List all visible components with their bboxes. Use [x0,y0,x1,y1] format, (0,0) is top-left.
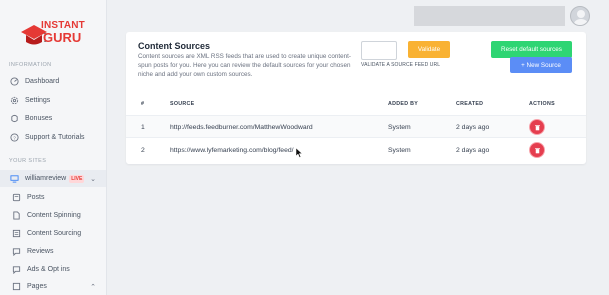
avatar[interactable] [570,6,590,26]
page-description: Content sources are XML RSS feeds that a… [138,53,351,78]
row-source: https://www.lyfemarketing.com/blog/feed/ [170,147,294,154]
sidebar-item-bonuses[interactable]: Bonuses [0,110,106,127]
row-created: 2 days ago [456,124,490,131]
sidebar-item-content-sourcing[interactable]: Content Sourcing [0,225,106,242]
trash-icon [534,147,540,153]
sidebar-item-label: Content Sourcing [27,230,82,237]
logo-text-guru: GURU [43,30,82,45]
sidebar-item-reviews[interactable]: Reviews [0,243,106,260]
mouse-cursor-icon [296,148,303,158]
section-label-information: INFORMATION [9,62,52,68]
sidebar-item-label: Pages [27,283,47,290]
site-selector[interactable]: williamreview LIVE ⌄ [0,170,106,187]
sidebar-item-label: Bonuses [25,115,53,122]
reset-default-sources-button[interactable]: Reset default sources [491,41,572,58]
row-added-by: System [388,124,411,131]
document-icon [11,211,21,221]
table-row: 1 http://feeds.feedburner.com/MatthewWoo… [126,115,586,138]
trash-icon [534,124,540,130]
column-header-added-by: ADDED BY [388,101,419,107]
instant-guru-logo[interactable]: INSTANT GURU [19,18,85,52]
posts-icon [11,193,21,203]
bonus-icon [9,114,19,124]
sidebar-item-label: Settings [25,97,51,104]
svg-text:?: ? [13,135,16,140]
sidebar-item-settings[interactable]: Settings [0,92,106,109]
column-header-source: SOURCE [170,101,195,107]
row-source: http://feeds.feedburner.com/MatthewWoodw… [170,124,313,131]
ads-icon [11,265,21,275]
sidebar-item-label: Ads & Opt ins [27,266,70,273]
source-url-input[interactable] [361,41,397,60]
sidebar-item-label: Reviews [27,248,54,255]
sidebar-item-content-spinning[interactable]: Content Spinning [0,207,106,224]
delete-button[interactable] [529,119,545,135]
sidebar-item-label: Support & Tutorials [25,134,85,141]
section-label-your-sites: YOUR SITES [9,158,47,164]
sidebar-item-pages[interactable]: Pages ⌃ [0,278,106,295]
page-title: Content Sources [138,41,211,51]
avatar-head [577,10,585,18]
sidebar: INSTANT GURU INFORMATION Dashboard Setti… [0,0,107,295]
sidebar-item-support[interactable]: ? Support & Tutorials [0,129,106,146]
chevron-up-icon: ⌃ [90,283,96,291]
sidebar-item-ads[interactable]: Ads & Opt ins [0,261,106,278]
sidebar-item-label: Content Spinning [27,212,81,219]
site-name: williamreview [25,175,67,182]
avatar-body [574,19,588,25]
sidebar-item-label: Posts [27,194,45,201]
table-row: 2 https://www.lyfemarketing.com/blog/fee… [126,139,586,162]
row-created: 2 days ago [456,147,490,154]
column-header-number: # [141,101,145,107]
top-bar-placeholder [414,6,565,26]
row-added-by: System [388,147,411,154]
monitor-icon [9,174,19,184]
column-header-actions: ACTIONS [529,101,555,107]
sidebar-item-dashboard[interactable]: Dashboard [0,73,106,90]
list-icon [11,229,21,239]
chat-icon [11,247,21,257]
chevron-down-icon: ⌄ [90,175,96,183]
content-sources-card: Content Sources Content sources are XML … [126,32,586,164]
delete-button[interactable] [529,142,545,158]
live-badge: LIVE [69,174,85,183]
new-source-button[interactable]: + New Source [510,57,572,73]
column-header-created: CREATED [456,101,484,107]
row-number: 1 [141,124,145,131]
gear-icon [9,96,19,106]
sidebar-item-posts[interactable]: Posts [0,189,106,206]
sidebar-item-label: Dashboard [25,78,60,85]
help-icon: ? [9,133,19,143]
validate-button[interactable]: Validate [408,41,450,58]
page-icon [11,282,21,292]
dashboard-icon [9,77,19,87]
row-number: 2 [141,147,145,154]
source-url-label: VALIDATE A SOURCE FEED URL [361,62,441,68]
